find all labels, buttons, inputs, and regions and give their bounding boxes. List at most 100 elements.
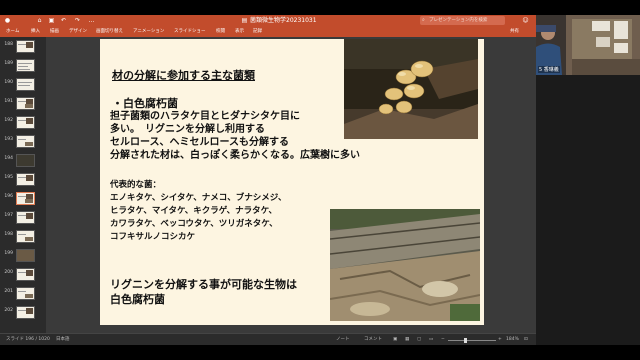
- examples-line[interactable]: カワラタケ、ベッコウタケ、ツリガネタケ、: [110, 218, 278, 230]
- tab-animations[interactable]: アニメーション: [133, 27, 164, 36]
- thumbnail-189[interactable]: 189: [0, 58, 46, 74]
- tab-view[interactable]: 表示: [235, 27, 244, 36]
- slide-title[interactable]: 材の分解に参加する主な菌類: [112, 67, 255, 83]
- thumbnail-192[interactable]: 192: [0, 115, 46, 131]
- thumbnail-190[interactable]: 190: [0, 77, 46, 93]
- thumbnail-number: 193: [4, 137, 13, 142]
- thumbnail-number: 200: [4, 270, 13, 275]
- thumbnail-202[interactable]: 202: [0, 305, 46, 321]
- title-bar: ● ⌂ ▣ ↶ ↷ … ▤ 菌類微生物学20231031 ⌕ プレゼンテーション…: [0, 15, 536, 26]
- thumbnail-198[interactable]: 198: [0, 229, 46, 245]
- thumbnail-image: [16, 173, 35, 186]
- thumbnail-image: [16, 192, 35, 205]
- thumbnail-image: [16, 154, 35, 167]
- save-icon[interactable]: ▣: [48, 17, 55, 24]
- tab-draw[interactable]: 描画: [50, 27, 59, 36]
- conclusion-line[interactable]: リグニンを分解する事が可能な生物は: [110, 277, 297, 292]
- conclusion-line[interactable]: 白色腐朽菌: [110, 292, 165, 307]
- ribbon-tabs: ホーム 挿入 描画 デザイン 画面切り替え アニメーション スライドショー 校閲…: [0, 26, 536, 37]
- decayed-wood-photo[interactable]: [330, 209, 480, 321]
- thumbnail-image: [16, 230, 35, 243]
- thumbnail-195[interactable]: 195: [0, 172, 46, 188]
- tab-design[interactable]: デザイン: [69, 27, 87, 36]
- document-title: 菌類微生物学20231031: [250, 17, 317, 24]
- tab-slideshow[interactable]: スライドショー: [174, 27, 206, 36]
- thumbnail-image: [16, 116, 35, 129]
- thumbnail-image: [16, 306, 35, 319]
- slide-counter: スライド 196 / 1020: [6, 337, 50, 342]
- thumbnail-image: [16, 249, 35, 262]
- slide-body-line[interactable]: 多い。 リグニンを分解し利用する: [110, 123, 265, 136]
- current-slide[interactable]: 材の分解に参加する主な菌類 ・白色腐朽菌 担子菌類のハラタケ目とヒダナシタケ目に…: [100, 39, 484, 325]
- share-button[interactable]: 共有: [510, 27, 519, 36]
- tab-transitions[interactable]: 画面切り替え: [96, 27, 123, 36]
- reading-view-icon[interactable]: ▢: [417, 336, 421, 344]
- tab-insert[interactable]: 挿入: [31, 27, 40, 36]
- examples-heading[interactable]: 代表的な菌：: [110, 179, 161, 191]
- thumbnail-196-selected[interactable]: 196: [0, 191, 46, 207]
- thumbnail-201[interactable]: 201: [0, 286, 46, 302]
- thumbnail-number: 195: [4, 175, 13, 180]
- thumbnail-194[interactable]: 194: [0, 153, 46, 169]
- slide-sorter-icon[interactable]: ▦: [405, 336, 409, 344]
- zoom-in-icon[interactable]: +: [498, 336, 502, 344]
- thumbnail-image: [16, 135, 35, 148]
- thumbnail-200[interactable]: 200: [0, 267, 46, 283]
- zoom-level[interactable]: 184%: [506, 336, 519, 344]
- thumbnail-number: 190: [4, 80, 13, 85]
- undo-icon[interactable]: ↶: [60, 17, 67, 24]
- slide-bullet-heading[interactable]: ・白色腐朽菌: [112, 95, 178, 111]
- slide-thumbnail-panel[interactable]: 188 189 190 191 192 193 194 195 196 197 …: [0, 37, 46, 333]
- slide-body-line[interactable]: 分解された材は、白っぽく柔らかくなる。広葉樹に多い: [110, 149, 360, 162]
- zoom-out-icon[interactable]: −: [441, 336, 445, 344]
- examples-line[interactable]: ヒラタケ、マイタケ、キクラゲ、ナラタケ、: [110, 205, 277, 217]
- slide-body-line[interactable]: 担子菌類のハラタケ目とヒダナシタケ目に: [110, 110, 300, 123]
- search-placeholder: プレゼンテーション内を検索: [429, 18, 488, 23]
- thumbnail-number: 198: [4, 232, 13, 237]
- mushroom-photo[interactable]: [344, 39, 478, 139]
- fit-slide-icon[interactable]: ⊡: [524, 336, 528, 344]
- thumbnail-number: 196: [4, 194, 13, 199]
- participant-video[interactable]: 5 香琳義: [536, 15, 640, 75]
- more-icon[interactable]: …: [88, 17, 95, 24]
- redo-icon[interactable]: ↷: [74, 17, 81, 24]
- tab-home[interactable]: ホーム: [6, 27, 19, 36]
- normal-view-icon[interactable]: ▣: [393, 336, 397, 344]
- search-icon: ⌕: [422, 17, 425, 23]
- zoom-slider[interactable]: [448, 337, 496, 343]
- notes-button[interactable]: ノート: [336, 336, 350, 344]
- slide-editing-area[interactable]: 材の分解に参加する主な菌類 ・白色腐朽菌 担子菌類のハラタケ目とヒダナシタケ目に…: [46, 37, 536, 333]
- thumbnail-number: 194: [4, 156, 13, 161]
- participant-name: 5 香琳義: [538, 66, 560, 73]
- thumbnail-199[interactable]: 199: [0, 248, 46, 264]
- thumbnail-number: 202: [4, 308, 13, 313]
- tab-review[interactable]: 校閲: [216, 27, 225, 36]
- zoom-slider-handle[interactable]: [463, 337, 467, 343]
- home-icon[interactable]: ⌂: [36, 17, 43, 24]
- thumbnail-image: [16, 40, 35, 53]
- thumbnail-image: [16, 287, 35, 300]
- document-icon: ▤: [241, 17, 248, 24]
- thumbnail-number: 201: [4, 289, 13, 294]
- account-icon[interactable]: ☺: [522, 17, 529, 24]
- comments-button[interactable]: コメント: [364, 336, 382, 344]
- slide-body-line[interactable]: セルロース、ヘミセルロースも分解する: [110, 136, 289, 149]
- thumbnail-197[interactable]: 197: [0, 210, 46, 226]
- thumbnail-image: [16, 268, 35, 281]
- tab-record[interactable]: 記録: [253, 27, 262, 36]
- thumbnail-number: 188: [4, 42, 13, 47]
- thumbnail-number: 199: [4, 251, 13, 256]
- slideshow-icon[interactable]: ▭: [429, 336, 433, 344]
- thumbnail-image: [16, 78, 35, 91]
- autosave-toggle-icon[interactable]: ●: [4, 17, 11, 24]
- examples-line[interactable]: エノキタケ、シイタケ、ナメコ、ブナシメジ、: [110, 192, 287, 204]
- thumbnail-193[interactable]: 193: [0, 134, 46, 150]
- search-input[interactable]: ⌕ プレゼンテーション内を検索: [420, 16, 505, 25]
- thumbnail-number: 192: [4, 118, 13, 123]
- thumbnail-image: [16, 59, 35, 72]
- thumbnail-188[interactable]: 188: [0, 39, 46, 55]
- thumbnail-number: 191: [4, 99, 13, 104]
- language-indicator[interactable]: 日本語: [56, 336, 70, 344]
- examples-line[interactable]: コフキサルノコシカケ: [110, 231, 195, 243]
- thumbnail-191[interactable]: 191: [0, 96, 46, 112]
